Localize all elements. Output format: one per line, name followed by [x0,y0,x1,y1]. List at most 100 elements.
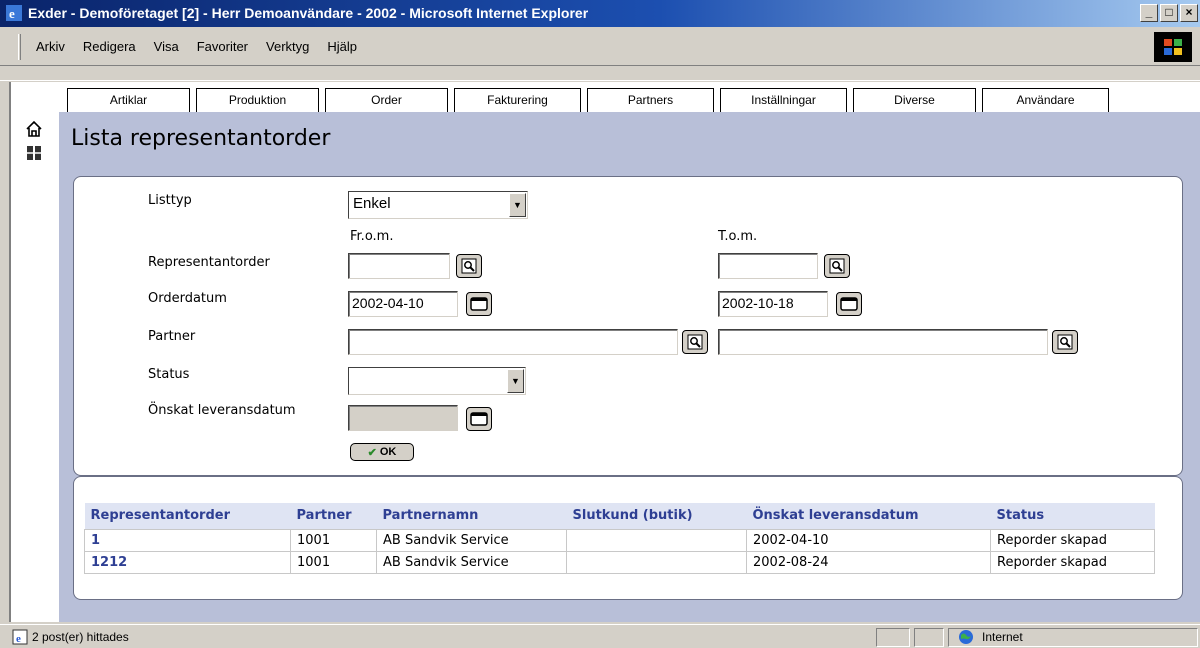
tab-order[interactable]: Order [325,88,448,112]
status-message: 2 post(er) hittades [32,630,129,644]
col-representantorder[interactable]: Representantorder [84,503,291,529]
table-cell: 1001 [290,528,377,552]
menu-grid-icon[interactable] [25,144,43,162]
globe-icon [959,630,973,644]
listtyp-select[interactable]: Enkel ▼ [348,191,528,219]
table-cell: 2002-08-24 [746,550,991,574]
page-icon: e [12,629,28,645]
menu-redigera[interactable]: Redigera [83,39,136,54]
col-partner[interactable]: Partner [290,503,377,529]
menu-arkiv[interactable]: Arkiv [36,39,65,54]
partner-from-search-button[interactable] [682,330,708,354]
windows-logo-icon [1154,32,1192,62]
main-tabs-bar: Artiklar Produktion Order Fakturering Pa… [11,82,1200,112]
col-onskat-leveransdatum[interactable]: Önskat leveransdatum [746,503,991,529]
svg-text:e: e [16,633,21,645]
results-panel: Representantorder Partner Partnernamn Sl… [73,476,1183,600]
menu-hjalp[interactable]: Hjälp [327,39,357,54]
chevron-down-icon[interactable]: ▼ [507,369,524,393]
table-cell [566,550,747,574]
partner-to-input[interactable] [718,329,1048,355]
ok-button-label: OK [379,446,397,458]
representantorder-to-input[interactable] [718,253,818,279]
calendar-icon [470,297,488,311]
table-cell: 1001 [290,550,377,574]
svg-text:e: e [9,6,15,21]
search-icon [461,258,477,274]
to-header: T.o.m. [718,229,758,244]
app-frame: Artiklar Produktion Order Fakturering Pa… [9,82,1200,622]
search-form-panel: Listtyp Enkel ▼ Fr.o.m. T.o.m. Represent… [73,176,1183,476]
search-icon [687,334,703,350]
orderdatum-from-input[interactable]: 2002-04-10 [348,291,458,317]
home-icon[interactable] [25,120,43,138]
table-cell: AB Sandvik Service [376,528,567,552]
orderdatum-from-calendar-button[interactable] [466,292,492,316]
from-header: Fr.o.m. [350,229,394,244]
ok-button[interactable]: ✔ OK [350,443,414,461]
tab-fakturering[interactable]: Fakturering [454,88,581,112]
representantorder-label: Representantorder [148,255,270,270]
table-cell: 2002-04-10 [746,528,991,552]
tab-diverse[interactable]: Diverse [853,88,976,112]
toolbar-separator [0,67,1200,81]
orderdatum-to-input[interactable]: 2002-10-18 [718,291,828,317]
col-status[interactable]: Status [990,503,1155,529]
partner-label: Partner [148,329,196,344]
table-row[interactable]: 1 1001 AB Sandvik Service 2002-04-10 Rep… [84,528,1155,552]
menu-bar: Arkiv Redigera Visa Favoriter Verktyg Hj… [0,27,1200,66]
menu-visa[interactable]: Visa [154,39,179,54]
table-header-row: Representantorder Partner Partnernamn Sl… [84,503,1155,529]
table-row[interactable]: 1212 1001 AB Sandvik Service 2002-08-24 … [84,550,1155,574]
menu-verktyg[interactable]: Verktyg [266,39,309,54]
search-icon [829,258,845,274]
zone-label: Internet [982,630,1023,644]
tab-anvandare[interactable]: Användare [982,88,1109,112]
results-table: Representantorder Partner Partnernamn Sl… [84,503,1155,574]
tab-produktion[interactable]: Produktion [196,88,319,112]
tab-artiklar[interactable]: Artiklar [67,88,190,112]
order-link[interactable]: 1 [84,528,291,552]
orderdatum-to-calendar-button[interactable] [836,292,862,316]
table-cell: AB Sandvik Service [376,550,567,574]
representantorder-from-input[interactable] [348,253,450,279]
tab-installningar[interactable]: Inställningar [720,88,847,112]
status-cell [914,628,944,647]
status-cell [876,628,910,647]
tab-partners[interactable]: Partners [587,88,714,112]
menu-favoriter[interactable]: Favoriter [197,39,248,54]
order-link[interactable]: 1212 [84,550,291,574]
orderdatum-label: Orderdatum [148,291,227,306]
toolbar-grip [18,34,21,60]
search-icon [1057,334,1073,350]
ie-logo-icon: e [6,5,22,21]
chevron-down-icon[interactable]: ▼ [509,193,526,217]
maximize-button[interactable]: □ [1160,4,1178,22]
partner-from-input[interactable] [348,329,678,355]
onskat-leveransdatum-calendar-button[interactable] [466,407,492,431]
window-title-bar[interactable]: e Exder - Demoföretaget [2] - Herr Demoa… [0,0,1200,27]
table-cell: Reporder skapad [990,550,1155,574]
onskat-leveransdatum-label: Önskat leveransdatum [148,403,296,418]
left-icon-strip [11,112,51,622]
main-content: Lista representantorder Listtyp Enkel ▼ … [59,112,1200,622]
onskat-leveransdatum-input[interactable] [348,405,458,431]
close-button[interactable]: × [1180,4,1198,22]
page-title: Lista representantorder [71,126,331,151]
status-label: Status [148,367,190,382]
calendar-icon [840,297,858,311]
minimize-button[interactable]: _ [1140,4,1158,22]
table-cell: Reporder skapad [990,528,1155,552]
calendar-icon [470,412,488,426]
col-partnernamn[interactable]: Partnernamn [376,503,567,529]
listtyp-select-value: Enkel [353,195,391,212]
table-cell [566,528,747,552]
listtyp-label: Listtyp [148,193,192,208]
col-slutkund[interactable]: Slutkund (butik) [566,503,747,529]
partner-to-search-button[interactable] [1052,330,1078,354]
representantorder-to-search-button[interactable] [824,254,850,278]
status-bar: e 2 post(er) hittades Internet [0,624,1200,648]
representantorder-from-search-button[interactable] [456,254,482,278]
window-title: Exder - Demoföretaget [2] - Herr Demoanv… [28,5,589,21]
status-select[interactable]: ▼ [348,367,526,395]
